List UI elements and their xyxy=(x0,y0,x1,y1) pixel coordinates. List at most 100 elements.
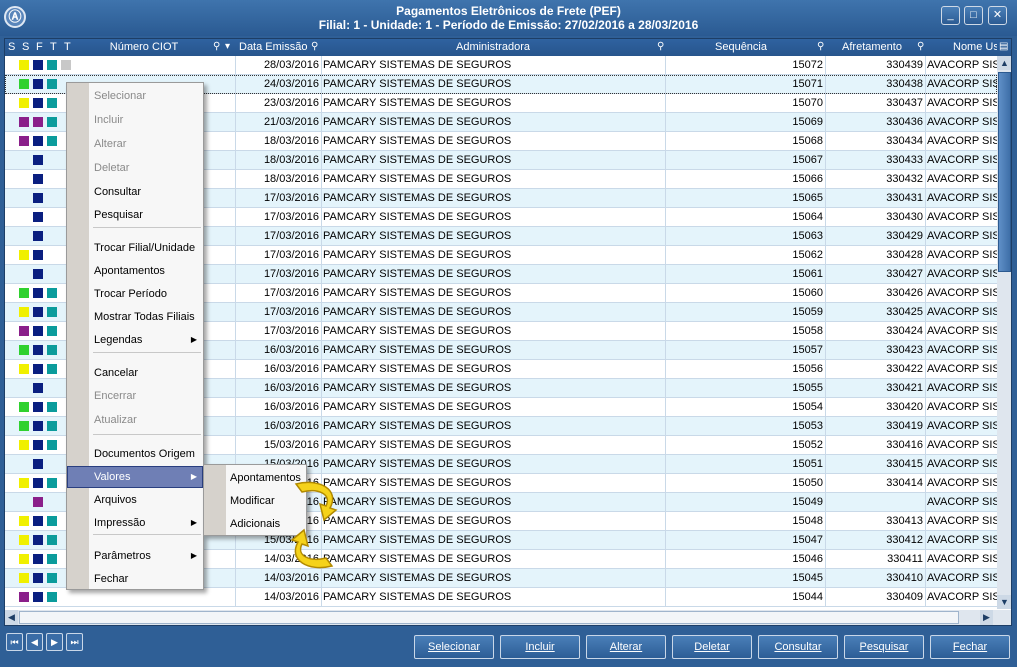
cell-nome-usuario: AVACORP SIS xyxy=(927,496,997,508)
column-header-t2[interactable]: T xyxy=(64,39,74,56)
column-divider xyxy=(321,379,322,398)
fechar-button[interactable]: Fechar xyxy=(930,635,1010,659)
menu-item-encerrar[interactable]: Encerrar xyxy=(67,385,203,407)
alterar-button[interactable]: Alterar xyxy=(586,635,666,659)
table-row[interactable]: 28/03/2016 PAMCARY SISTEMAS DE SEGUROS 150… xyxy=(5,56,997,75)
last-record-icon[interactable]: ⏭ xyxy=(66,633,83,651)
column-divider xyxy=(665,474,666,493)
menu-item-trocar-filial-unidade[interactable]: Trocar Filial/Unidade xyxy=(67,237,203,259)
search-icon[interactable]: ⚲ xyxy=(817,41,827,53)
column-header-t1[interactable]: T xyxy=(50,39,60,56)
cell-sequencia: 15067 xyxy=(792,154,823,166)
cell-nome-usuario: AVACORP SIS xyxy=(927,192,997,204)
scroll-right-icon[interactable]: ▶ xyxy=(980,610,993,625)
menu-item-arquivos[interactable]: Arquivos xyxy=(67,489,203,511)
column-header-administradora[interactable]: Administradora xyxy=(323,39,663,56)
menu-item-consultar[interactable]: Consultar xyxy=(67,181,203,203)
consultar-button[interactable]: Consultar xyxy=(758,635,838,659)
column-header-s1[interactable]: S xyxy=(8,39,18,56)
cell-afretamento: 330432 xyxy=(886,173,923,185)
column-divider xyxy=(825,360,826,379)
column-header-sequencia[interactable]: Sequência xyxy=(671,39,811,56)
cell-nome-usuario: AVACORP SIS xyxy=(927,116,997,128)
cell-sequencia: 15049 xyxy=(792,496,823,508)
menu-item-deletar[interactable]: Deletar xyxy=(67,157,203,179)
menu-item-parametros[interactable]: Parâmetros ▶ xyxy=(67,545,203,567)
menu-item-fechar[interactable]: Fechar xyxy=(67,568,203,590)
cell-nome-usuario: AVACORP SIS xyxy=(927,249,997,261)
column-divider xyxy=(825,113,826,132)
scroll-left-icon[interactable]: ◀ xyxy=(5,610,18,625)
search-icon[interactable]: ⚲ xyxy=(311,41,321,53)
column-divider xyxy=(825,284,826,303)
horizontal-scroll-thumb[interactable] xyxy=(19,611,959,624)
table-row[interactable]: 14/03/2016 PAMCARY SISTEMAS DE SEGUROS 150… xyxy=(5,588,997,607)
context-menu: Selecionar Incluir Alterar Deletar Consultar… xyxy=(66,82,204,590)
menu-item-trocar-periodo[interactable]: Trocar Período xyxy=(67,283,203,305)
minimize-icon[interactable]: _ xyxy=(941,6,960,25)
column-header-numero-ciot[interactable]: Número CIOT xyxy=(79,39,209,56)
cell-nome-usuario: AVACORP SIS xyxy=(927,553,997,565)
horizontal-scrollbar[interactable]: ◀ ▶ xyxy=(5,610,1011,625)
vertical-scrollbar[interactable]: ▲ ▼ xyxy=(997,56,1011,609)
scroll-down-icon[interactable]: ▼ xyxy=(997,595,1011,609)
cell-nome-usuario: AVACORP SIS xyxy=(927,534,997,546)
cell-afretamento: 330425 xyxy=(886,306,923,318)
column-divider xyxy=(235,588,236,607)
menu-separator xyxy=(93,227,201,228)
column-divider xyxy=(321,75,322,94)
menu-item-incluir[interactable]: Incluir xyxy=(67,109,203,131)
deletar-button[interactable]: Deletar xyxy=(672,635,752,659)
close-icon[interactable]: ✕ xyxy=(988,6,1007,25)
search-icon[interactable]: ⚲ xyxy=(213,41,223,53)
menu-item-atualizar[interactable]: Atualizar xyxy=(67,409,203,431)
incluir-button[interactable]: Incluir xyxy=(500,635,580,659)
menu-item-mostrar-todas-filiais[interactable]: Mostrar Todas Filiais xyxy=(67,306,203,328)
status-indicator xyxy=(19,345,29,355)
status-indicator xyxy=(33,478,43,488)
maximize-icon[interactable]: □ xyxy=(964,6,983,25)
column-header-s2[interactable]: S xyxy=(22,39,32,56)
next-record-icon[interactable]: ▶ xyxy=(46,633,63,651)
column-divider xyxy=(235,170,236,189)
menu-item-legendas[interactable]: Legendas ▶ xyxy=(67,329,203,351)
scroll-up-icon[interactable]: ▲ xyxy=(997,56,1011,70)
menu-item-apontamentos[interactable]: Apontamentos xyxy=(67,260,203,282)
column-divider xyxy=(825,417,826,436)
menu-item-alterar[interactable]: Alterar xyxy=(67,133,203,155)
cell-nome-usuario: AVACORP SIS xyxy=(927,572,997,584)
search-icon[interactable]: ⚲ xyxy=(917,41,927,53)
column-divider xyxy=(235,303,236,322)
menu-item-selecionar[interactable]: Selecionar xyxy=(67,85,203,107)
cell-administradora: PAMCARY SISTEMAS DE SEGUROS xyxy=(323,211,512,223)
menu-item-cancelar[interactable]: Cancelar xyxy=(67,362,203,384)
pesquisar-button[interactable]: Pesquisar xyxy=(844,635,924,659)
status-indicator xyxy=(19,535,29,545)
cell-data-emissao: 17/03/2016 xyxy=(263,211,319,223)
menu-item-pesquisar[interactable]: Pesquisar xyxy=(67,204,203,226)
column-divider xyxy=(321,189,322,208)
column-header-nome-usuario[interactable]: Nome Us xyxy=(953,39,997,56)
search-icon[interactable]: ⚲ xyxy=(657,41,667,53)
cell-afretamento: 330423 xyxy=(886,344,923,356)
selecionar-button[interactable]: Selecionar xyxy=(414,635,494,659)
column-divider xyxy=(665,550,666,569)
cell-nome-usuario: AVACORP SIS xyxy=(927,287,997,299)
menu-item-impressao[interactable]: Impressão ▶ xyxy=(67,512,203,534)
status-indicator xyxy=(47,592,57,602)
column-divider xyxy=(825,512,826,531)
cell-administradora: PAMCARY SISTEMAS DE SEGUROS xyxy=(323,230,512,242)
menu-item-valores[interactable]: Valores ▶ xyxy=(67,466,203,488)
cell-afretamento: 330437 xyxy=(886,97,923,109)
column-header-data-emissao[interactable]: Data Emissão xyxy=(239,39,309,56)
sort-desc-icon[interactable]: ▾ xyxy=(225,41,235,53)
status-indicator xyxy=(47,117,57,127)
vertical-scroll-thumb[interactable] xyxy=(998,72,1011,272)
column-chooser-icon[interactable]: ▤ xyxy=(999,41,1009,53)
menu-item-documentos-origem[interactable]: Documentos Origem xyxy=(67,443,203,465)
column-header-f[interactable]: F xyxy=(36,39,46,56)
cell-administradora: PAMCARY SISTEMAS DE SEGUROS xyxy=(323,515,512,527)
first-record-icon[interactable]: ⏮ xyxy=(6,633,23,651)
column-header-afretamento[interactable]: Afretamento xyxy=(829,39,915,56)
prev-record-icon[interactable]: ◀ xyxy=(26,633,43,651)
